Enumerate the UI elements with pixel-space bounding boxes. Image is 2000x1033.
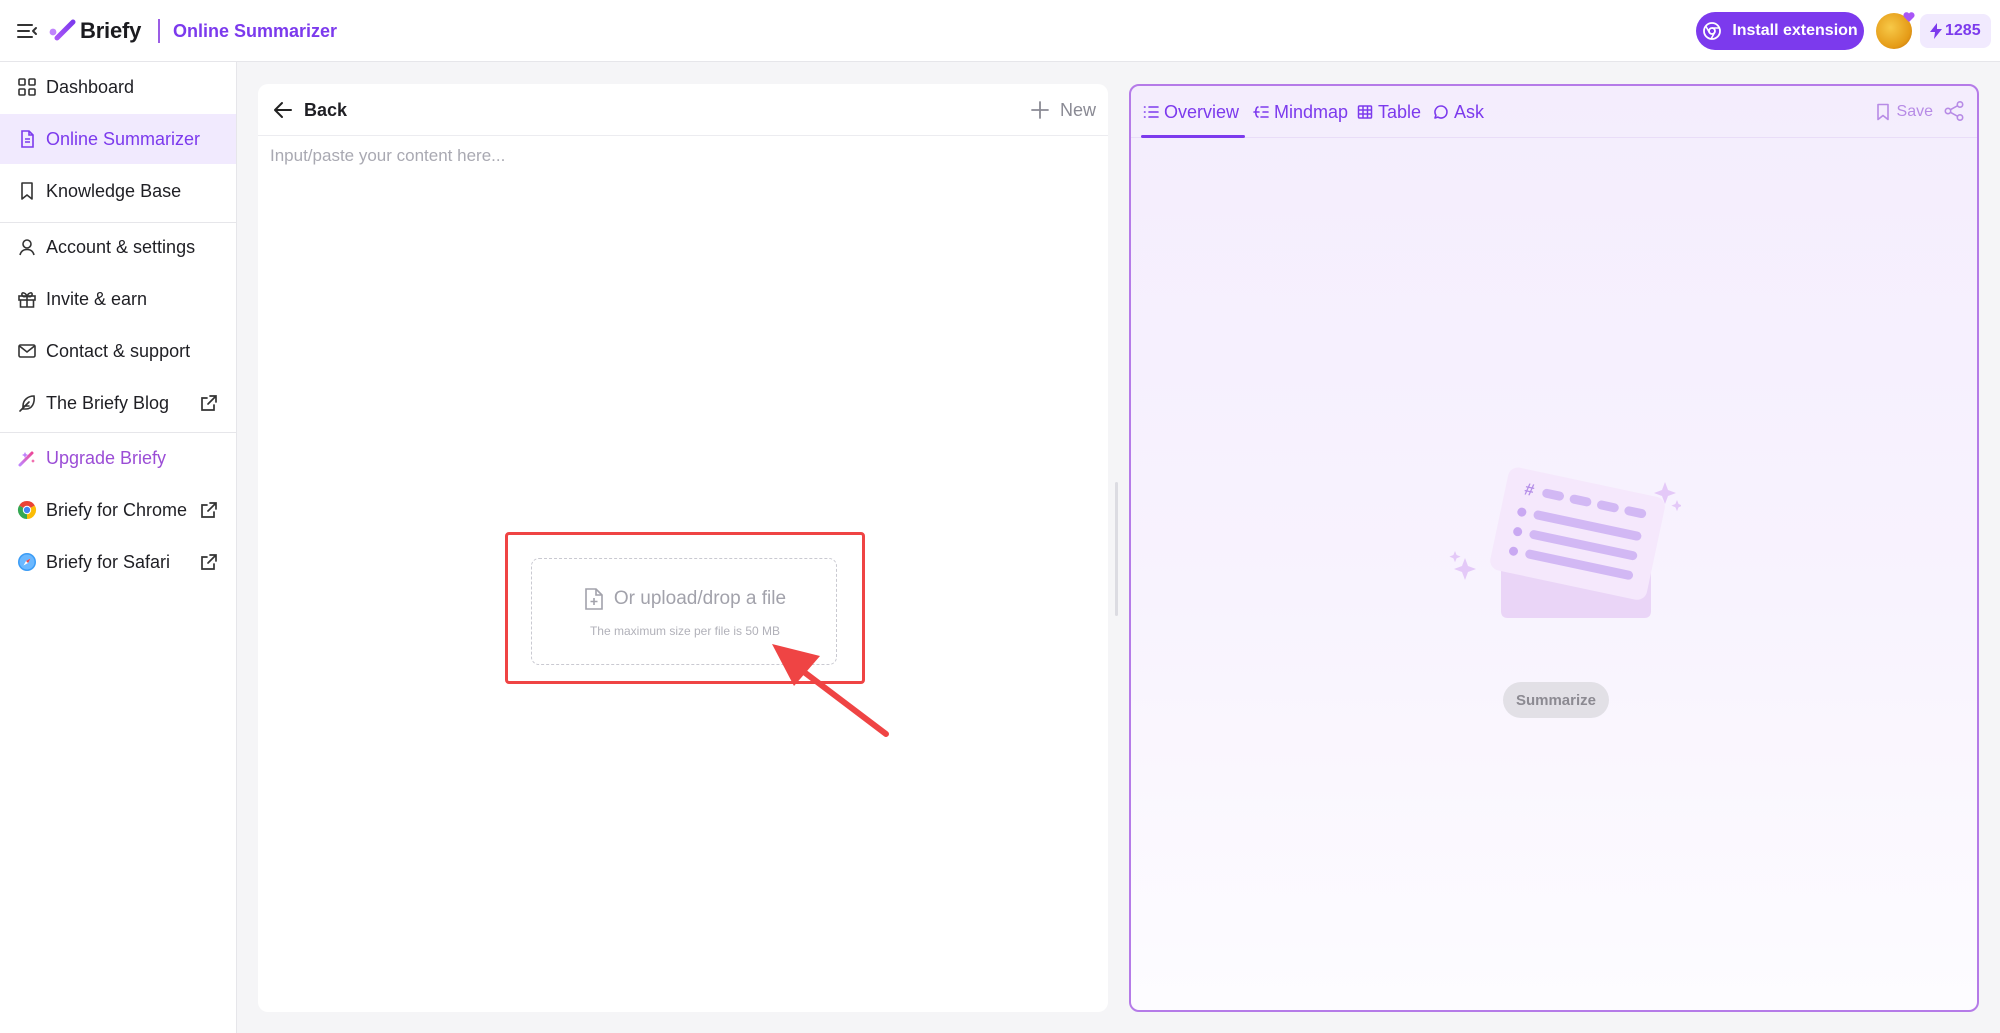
- page-title: Online Summarizer: [173, 21, 338, 41]
- bookmark-icon: [1876, 103, 1889, 121]
- chrome-icon: [16, 499, 38, 521]
- new-label: New: [1059, 99, 1096, 120]
- sparkle-wand-icon: [16, 447, 38, 469]
- annotation-arrow-icon: [772, 644, 889, 737]
- top-bar: Briefy Online Summarizer Install extensi…: [0, 0, 2000, 62]
- sidebar-item-label: Briefy for Chrome: [46, 499, 188, 520]
- content-input[interactable]: [270, 146, 1096, 546]
- feather-icon: [16, 392, 38, 414]
- active-tab-indicator: [1141, 135, 1245, 138]
- document-icon: [16, 128, 38, 150]
- summarize-button[interactable]: Summarize: [1503, 682, 1609, 718]
- sidebar-item-invite-earn[interactable]: Invite & earn: [0, 274, 236, 324]
- arrow-left-icon: [274, 102, 292, 118]
- mail-icon: [16, 340, 38, 362]
- sidebar-item-label: Briefy for Safari: [46, 551, 171, 572]
- table-icon: [1357, 105, 1373, 119]
- chrome-outline-icon: [1703, 22, 1722, 40]
- list-icon: [1143, 106, 1159, 118]
- sidebar-item-label: The Briefy Blog: [46, 392, 170, 413]
- sidebar-item-dashboard[interactable]: Dashboard: [0, 62, 236, 112]
- sidebar-item-upgrade[interactable]: Upgrade Briefy: [0, 433, 236, 483]
- sidebar-item-label: Invite & earn: [46, 288, 148, 309]
- sidebar-item-contact-support[interactable]: Contact & support: [0, 326, 236, 376]
- heart-badge-icon: [1903, 12, 1915, 22]
- upload-title: Or upload/drop a file: [613, 588, 787, 609]
- summary-panel: Overview Mindmap Table Ask Save # Summar…: [1129, 84, 1979, 1012]
- sidebar-item-briefy-safari[interactable]: Briefy for Safari: [0, 537, 236, 587]
- tab-label: Overview: [1164, 101, 1240, 122]
- upload-title-row: Or upload/drop a file: [532, 587, 838, 611]
- gift-icon: [16, 288, 38, 310]
- tab-mindmap[interactable]: Mindmap: [1253, 98, 1348, 126]
- tab-label: Table: [1378, 101, 1422, 122]
- sidebar-item-label: Upgrade Briefy: [46, 447, 167, 468]
- external-link-icon: [201, 395, 217, 411]
- install-extension-label: Install extension: [1732, 22, 1858, 39]
- app-root: Briefy Online Summarizer Install extensi…: [0, 0, 2000, 1033]
- file-add-icon: [585, 588, 603, 610]
- panel-resize-handle[interactable]: [1115, 482, 1118, 616]
- external-link-icon: [201, 502, 217, 518]
- sidebar-item-online-summarizer[interactable]: Online Summarizer: [0, 114, 236, 164]
- save-label: Save: [1896, 103, 1933, 120]
- bookmark-icon: [16, 180, 38, 202]
- sidebar-item-label: Knowledge Base: [46, 180, 182, 201]
- brand-name[interactable]: Briefy: [80, 18, 141, 44]
- sidebar: Dashboard Online Summarizer Knowledge Ba…: [0, 62, 237, 1033]
- new-button[interactable]: New: [1030, 96, 1096, 124]
- briefy-logo-icon[interactable]: [48, 18, 76, 42]
- plus-icon: [1031, 101, 1049, 119]
- sidebar-item-label: Contact & support: [46, 340, 191, 361]
- empty-summary-illustration: #: [1449, 467, 1681, 618]
- sidebar-item-account-settings[interactable]: Account & settings: [0, 222, 236, 272]
- brand-separator: [158, 19, 160, 43]
- install-extension-button[interactable]: Install extension: [1696, 12, 1864, 50]
- sidebar-item-label: Account & settings: [46, 236, 196, 257]
- sidebar-item-label: Dashboard: [46, 76, 135, 97]
- input-panel-header: Back New: [258, 84, 1108, 136]
- grid-icon: [16, 76, 38, 98]
- save-button[interactable]: Save: [1875, 100, 1933, 124]
- tab-ask[interactable]: Ask: [1433, 98, 1484, 126]
- tab-table[interactable]: Table: [1357, 98, 1421, 126]
- sidebar-item-knowledge-base[interactable]: Knowledge Base: [0, 166, 236, 216]
- tab-overview[interactable]: Overview: [1143, 98, 1239, 126]
- summary-panel-header: Overview Mindmap Table Ask Save: [1131, 86, 1977, 138]
- sidebar-item-label: Online Summarizer: [46, 128, 201, 149]
- lightning-icon: [1930, 23, 1942, 39]
- external-link-icon: [201, 554, 217, 570]
- share-icon[interactable]: [1943, 100, 1965, 122]
- sidebar-item-briefy-blog[interactable]: The Briefy Blog: [0, 378, 236, 428]
- back-button[interactable]: Back: [272, 96, 347, 124]
- credits-count: 1285: [1945, 22, 1981, 39]
- tab-label: Mindmap: [1274, 101, 1349, 122]
- collapse-menu-icon[interactable]: [16, 21, 38, 41]
- back-label: Back: [304, 99, 348, 120]
- credits-badge[interactable]: 1285: [1920, 14, 1991, 48]
- user-icon: [16, 236, 38, 258]
- safari-icon: [16, 551, 38, 573]
- chat-bubble-icon: [1434, 105, 1448, 119]
- tab-label: Ask: [1454, 101, 1485, 122]
- upload-size-hint: The maximum size per file is 50 MB: [589, 624, 781, 638]
- mindmap-icon: [1253, 106, 1269, 118]
- sidebar-item-briefy-chrome[interactable]: Briefy for Chrome: [0, 485, 236, 535]
